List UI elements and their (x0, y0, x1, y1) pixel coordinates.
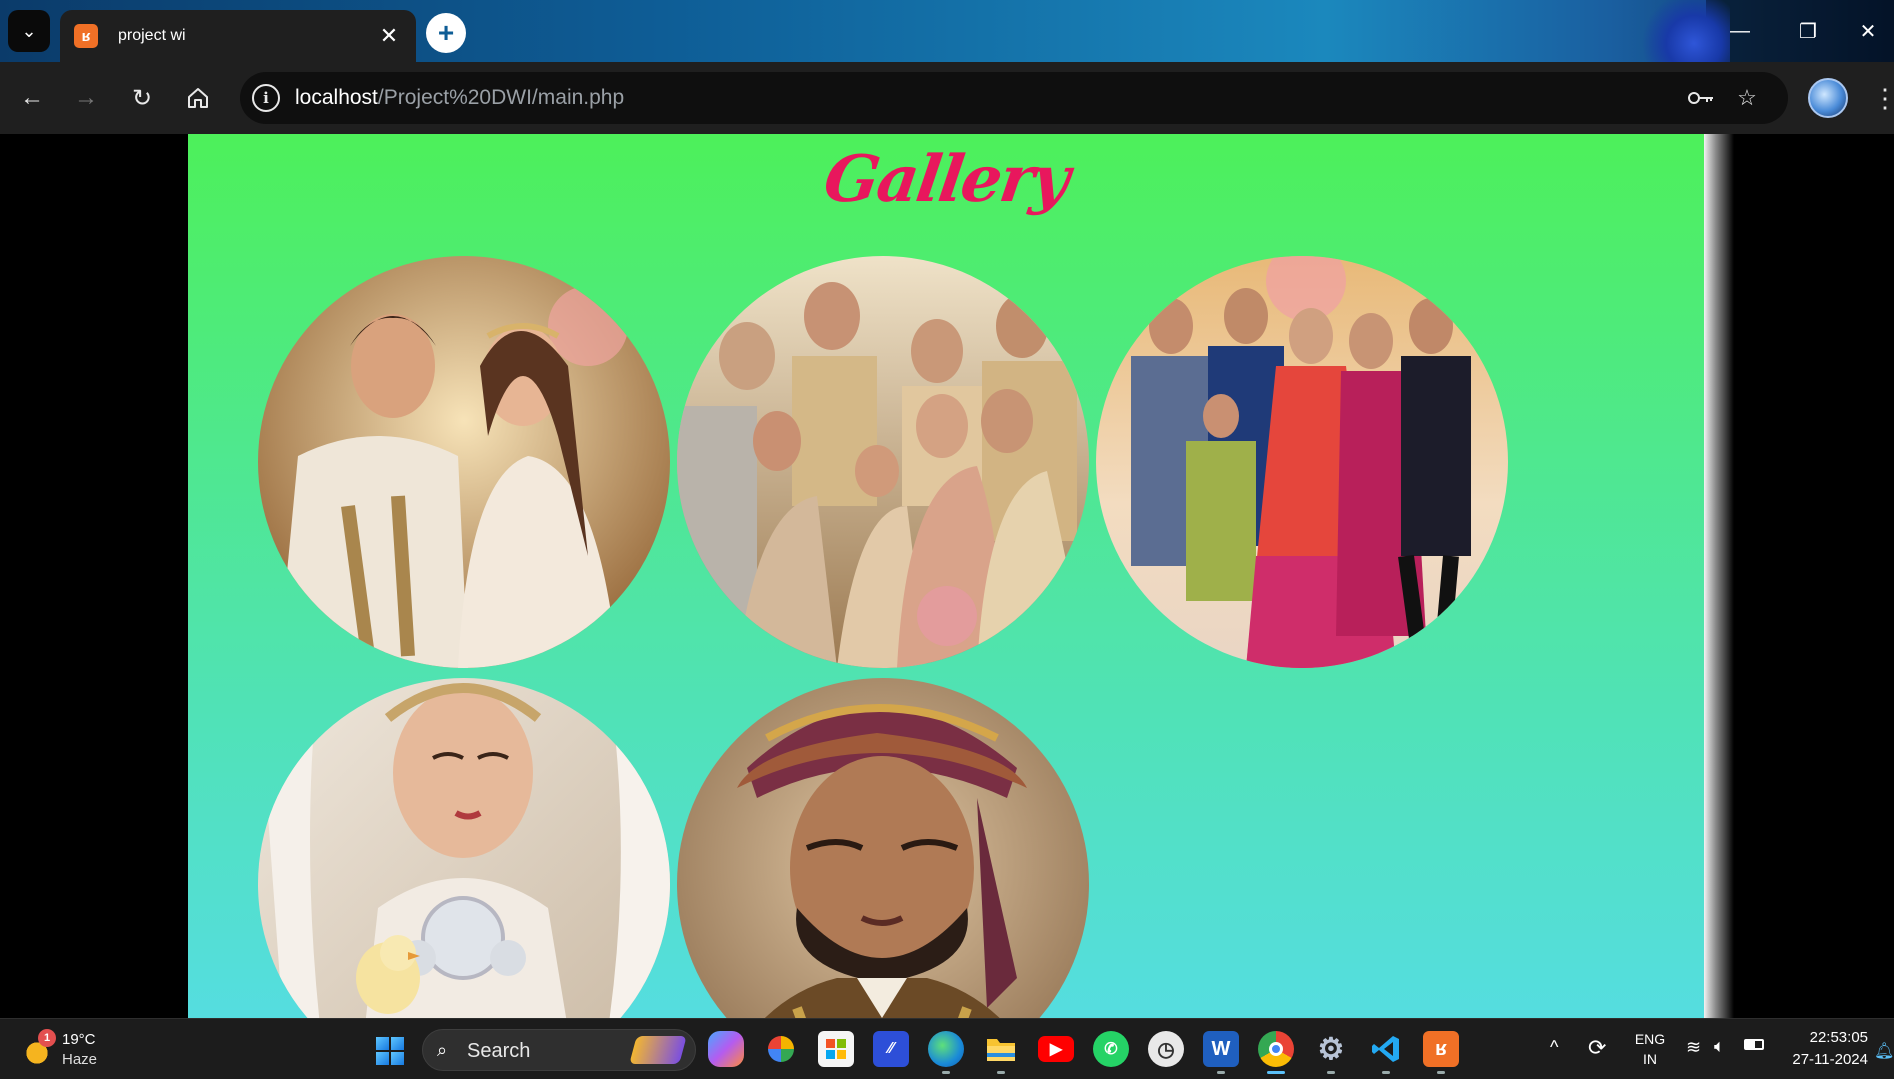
restore-button[interactable]: ❐ (1774, 0, 1842, 62)
weather-badge: 1 (38, 1029, 56, 1047)
plus-icon: + (437, 17, 455, 48)
home-icon (188, 88, 208, 108)
page-viewport: Gallery (0, 134, 1894, 1018)
word-icon[interactable]: W (1203, 1031, 1239, 1067)
url-path: /Project%20DWI/main.php (377, 86, 625, 109)
copilot-icon[interactable] (708, 1031, 744, 1067)
running-indicator (1382, 1071, 1390, 1074)
arrow-left-icon: ← (20, 84, 44, 111)
battery-icon[interactable] (1744, 1039, 1764, 1050)
group-image (1096, 256, 1508, 668)
bride-photo[interactable] (258, 678, 670, 1018)
more-options-icon[interactable]: ⋮ (1872, 78, 1894, 118)
tab-bar: ⌄ ʁ project wi ✕ + — ❐ ✕ (0, 0, 1894, 62)
running-indicator (942, 1071, 950, 1074)
close-tab-icon[interactable]: ✕ (376, 23, 402, 49)
tab-search-button[interactable]: ⌄ (8, 10, 50, 52)
xampp-favicon-icon: ʁ (74, 24, 98, 48)
close-window-button[interactable]: ✕ (1842, 0, 1894, 62)
new-tab-button[interactable]: + (426, 13, 466, 53)
couple-photo[interactable] (258, 256, 670, 668)
language-indicator[interactable]: ENG IN (1632, 1031, 1668, 1067)
running-indicator (997, 1071, 1005, 1074)
chrome-icon[interactable] (1258, 1031, 1294, 1067)
notification-bell-icon[interactable]: 🔔︎ (1874, 1041, 1894, 1061)
clock-time[interactable]: 22:53:05 (1806, 1029, 1868, 1046)
profile-avatar[interactable] (1808, 78, 1848, 118)
reload-icon: ↻ (131, 84, 153, 112)
home-button[interactable] (178, 78, 218, 118)
scrollbar-edge (1704, 134, 1734, 1018)
search-icon: ⌕ (437, 1040, 448, 1060)
family-photo[interactable] (677, 256, 1089, 668)
language-code: ENG (1634, 1031, 1666, 1047)
taskbar: 1 19°C Haze ⌕ Search ⁄⁄ ▶ ✆ ◷ W ⚙ ʁ ^ ⟳ … (0, 1018, 1894, 1079)
region-code: IN (1643, 1051, 1657, 1067)
reload-button[interactable]: ↻ (122, 78, 162, 118)
groom-image (677, 678, 1089, 1018)
windows-start-icon[interactable] (376, 1037, 404, 1065)
sync-icon[interactable]: ⟳ (1588, 1035, 1606, 1061)
search-label: Search (467, 1040, 531, 1062)
xampp-icon[interactable]: ʁ (1423, 1031, 1459, 1067)
edge-icon[interactable] (928, 1031, 964, 1067)
store-icon[interactable] (818, 1031, 854, 1067)
app-blue-icon[interactable]: ⁄⁄ (873, 1031, 909, 1067)
browser-toolbar: ← → ↻ i localhost/Project%20DWI/main.php… (0, 62, 1894, 134)
file-explorer-icon[interactable] (983, 1031, 1019, 1067)
weather-temperature[interactable]: 19°C (62, 1031, 96, 1048)
clock-date[interactable]: 27-11-2024 (1784, 1051, 1868, 1068)
back-button[interactable]: ← (12, 78, 52, 118)
whatsapp-icon[interactable]: ✆ (1093, 1031, 1129, 1067)
gallery-page: Gallery (188, 134, 1704, 1018)
photos-icon[interactable] (763, 1031, 799, 1067)
url-host: localhost (295, 86, 378, 109)
clock-app-icon[interactable]: ◷ (1148, 1031, 1184, 1067)
password-key-icon[interactable] (1686, 83, 1716, 113)
couple-image (258, 256, 670, 668)
tab-title: project wi (118, 27, 186, 44)
vscode-icon[interactable] (1368, 1031, 1404, 1067)
volume-icon[interactable]: 🔈︎ (1714, 1036, 1725, 1057)
arrow-right-icon: → (74, 84, 98, 111)
weather-description[interactable]: Haze (62, 1051, 97, 1068)
active-tab[interactable]: ʁ project wi ✕ (60, 10, 416, 62)
family-image (677, 256, 1089, 668)
forward-button[interactable]: → (66, 78, 106, 118)
groom-photo[interactable] (677, 678, 1089, 1018)
gallery-heading: Gallery (819, 142, 1073, 217)
site-info-icon[interactable]: i (252, 84, 280, 112)
search-highlight-icon (629, 1036, 687, 1064)
running-indicator (1217, 1071, 1225, 1074)
bookmark-star-icon[interactable]: ☆ (1732, 83, 1762, 113)
settings-icon[interactable]: ⚙ (1313, 1031, 1349, 1067)
running-indicator (1327, 1071, 1335, 1074)
url-text[interactable]: localhost/Project%20DWI/main.php (295, 86, 624, 110)
running-indicator (1437, 1071, 1445, 1074)
group-photo[interactable] (1096, 256, 1508, 668)
minimize-button[interactable]: — (1706, 0, 1774, 62)
youtube-icon[interactable]: ▶ (1038, 1036, 1074, 1062)
show-hidden-icons-icon[interactable]: ^ (1550, 1037, 1558, 1058)
address-bar[interactable]: i localhost/Project%20DWI/main.php ☆ (240, 72, 1788, 124)
bride-image (258, 678, 670, 1018)
active-indicator (1267, 1071, 1285, 1074)
chevron-down-icon: ⌄ (21, 20, 37, 41)
wifi-icon[interactable]: ≋ (1686, 1037, 1701, 1058)
taskbar-search[interactable]: ⌕ Search (422, 1029, 696, 1071)
